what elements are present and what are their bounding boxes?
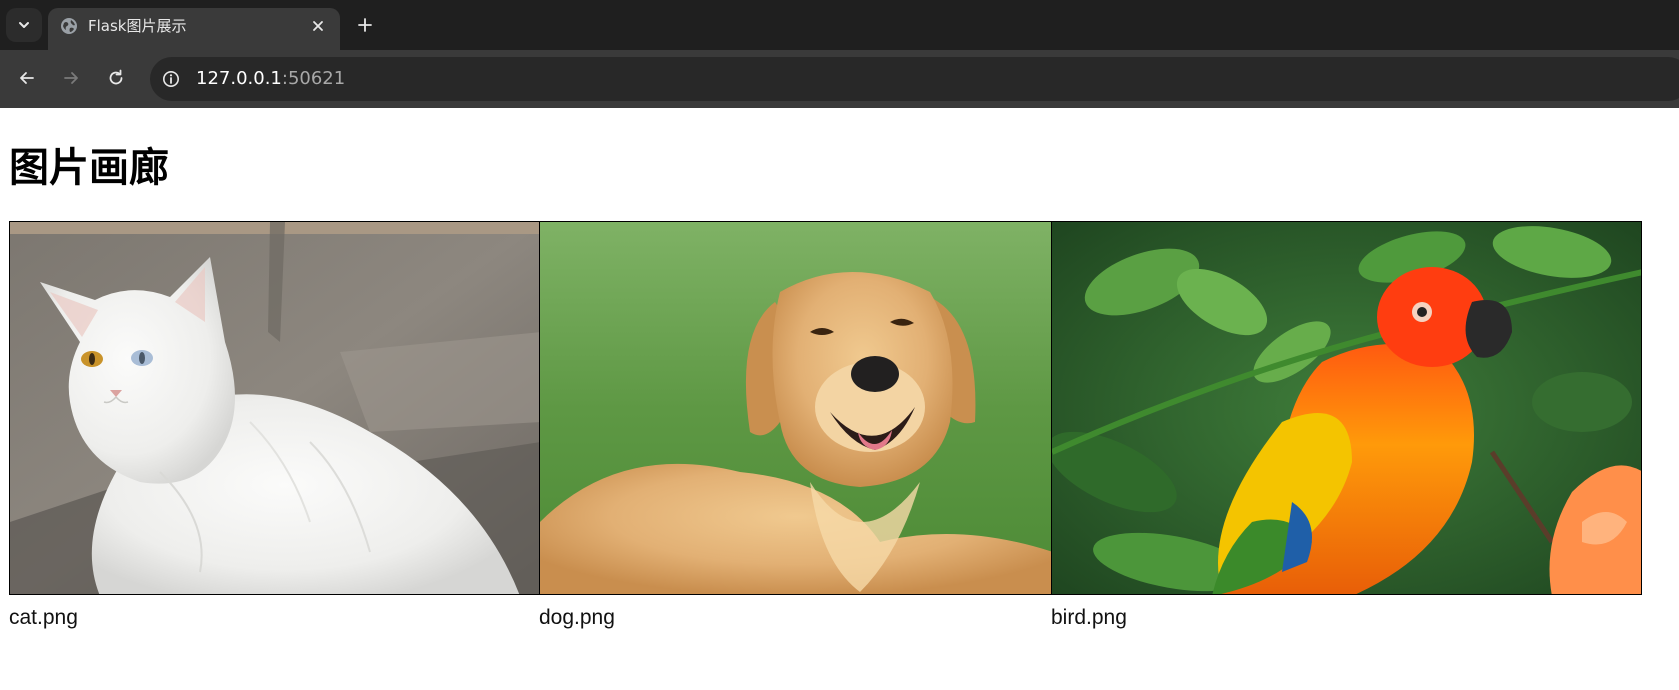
url-text: 127.0.0.1:50621 <box>196 68 345 90</box>
page-title: 图片画廊 <box>9 145 169 191</box>
arrow-left-icon <box>20 72 34 84</box>
cat-image <box>9 221 540 595</box>
plus-icon <box>358 18 372 32</box>
back-button[interactable] <box>12 63 42 93</box>
globe-icon <box>61 18 77 34</box>
new-tab-button[interactable] <box>350 10 380 40</box>
site-info-button[interactable] <box>160 68 182 90</box>
tab-title: Flask图片展示 <box>88 17 187 35</box>
url-host: 127.0.0.1 <box>196 68 282 89</box>
reload-icon <box>109 69 123 85</box>
address-bar[interactable]: 127.0.0.1:50621 <box>150 57 1679 101</box>
image-caption: dog.png <box>539 606 615 629</box>
tab-strip: Flask图片展示 <box>0 0 1679 50</box>
dog-image <box>539 221 1052 595</box>
image-caption: cat.png <box>9 606 78 629</box>
gallery-item-bird: bird.png <box>1051 221 1642 631</box>
active-tab[interactable]: Flask图片展示 <box>48 8 340 50</box>
chevron-down-icon <box>19 22 29 28</box>
close-icon <box>313 21 323 31</box>
reload-button[interactable] <box>101 63 131 93</box>
gallery-item-dog: dog.png <box>539 221 1052 631</box>
browser-chrome: Flask图片展示 127.0.0.1:50621 <box>0 0 1679 108</box>
url-port: :50621 <box>281 68 346 89</box>
bird-image <box>1051 221 1642 595</box>
tab-search-button[interactable] <box>6 8 42 42</box>
image-caption: bird.png <box>1051 606 1127 629</box>
browser-toolbar: 127.0.0.1:50621 <box>0 50 1679 108</box>
page-content: 图片画廊 cat.png dog.png bird.png <box>0 108 1679 690</box>
info-icon <box>163 71 179 87</box>
image-gallery: cat.png dog.png bird.png <box>9 221 1642 631</box>
close-tab-button[interactable] <box>308 16 328 36</box>
forward-button[interactable] <box>56 63 86 93</box>
arrow-right-icon <box>64 72 78 84</box>
gallery-item-cat: cat.png <box>9 221 540 631</box>
